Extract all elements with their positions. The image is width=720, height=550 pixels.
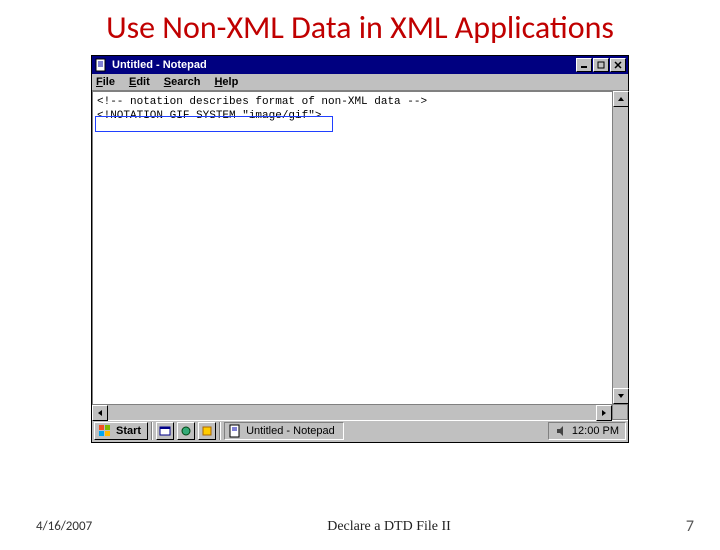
volume-icon[interactable] <box>555 425 567 437</box>
close-button[interactable] <box>610 58 626 72</box>
windows-logo-icon <box>98 424 112 438</box>
taskbar-divider <box>219 422 221 440</box>
scroll-track[interactable] <box>108 405 596 420</box>
menu-file[interactable]: File <box>96 76 115 88</box>
scroll-track[interactable] <box>613 107 628 388</box>
maximize-button[interactable] <box>593 58 609 72</box>
scroll-corner <box>612 404 628 420</box>
footer-title: Declare a DTD File II <box>92 519 686 535</box>
editor-line: <!-- notation describes format of non-XM… <box>97 95 608 109</box>
menu-edit[interactable]: Edit <box>129 76 150 88</box>
notepad-icon <box>228 424 242 438</box>
scroll-down-button[interactable] <box>613 388 629 404</box>
taskbar-task-button[interactable]: Untitled - Notepad <box>224 422 344 440</box>
footer-date: 4/16/2007 <box>36 519 92 534</box>
minimize-button[interactable] <box>576 58 592 72</box>
quicklaunch-icon[interactable] <box>156 422 174 440</box>
footer-page-number: 7 <box>686 517 694 536</box>
scroll-up-button[interactable] <box>613 91 629 107</box>
horizontal-scrollbar[interactable] <box>92 404 612 420</box>
taskbar: Start Untitled - Notepad 12:00 PM <box>92 420 628 442</box>
editor-area[interactable]: <!-- notation describes format of non-XM… <box>92 91 612 404</box>
menu-help[interactable]: Help <box>214 76 238 88</box>
taskbar-divider <box>151 422 153 440</box>
slide-footer: 4/16/2007 Declare a DTD File II 7 <box>0 517 720 536</box>
scroll-left-button[interactable] <box>92 405 108 421</box>
editor-line: <!NOTATION GIF SYSTEM "image/gif"> <box>97 109 608 123</box>
scroll-right-button[interactable] <box>596 405 612 421</box>
titlebar[interactable]: Untitled - Notepad <box>92 56 628 74</box>
start-button[interactable]: Start <box>94 422 148 440</box>
menu-search[interactable]: Search <box>164 76 201 88</box>
notepad-icon <box>94 58 108 72</box>
task-label: Untitled - Notepad <box>246 425 335 437</box>
start-label: Start <box>116 425 141 437</box>
quicklaunch-icon[interactable] <box>177 422 195 440</box>
window-title: Untitled - Notepad <box>112 59 575 71</box>
slide-title: Use Non-XML Data in XML Applications <box>60 10 660 47</box>
menubar: File Edit Search Help <box>92 74 628 91</box>
system-tray[interactable]: 12:00 PM <box>548 422 626 440</box>
notepad-window: Untitled - Notepad File Edit Search Help… <box>91 55 629 443</box>
clock: 12:00 PM <box>572 425 619 437</box>
vertical-scrollbar[interactable] <box>612 91 628 404</box>
quicklaunch-icon[interactable] <box>198 422 216 440</box>
